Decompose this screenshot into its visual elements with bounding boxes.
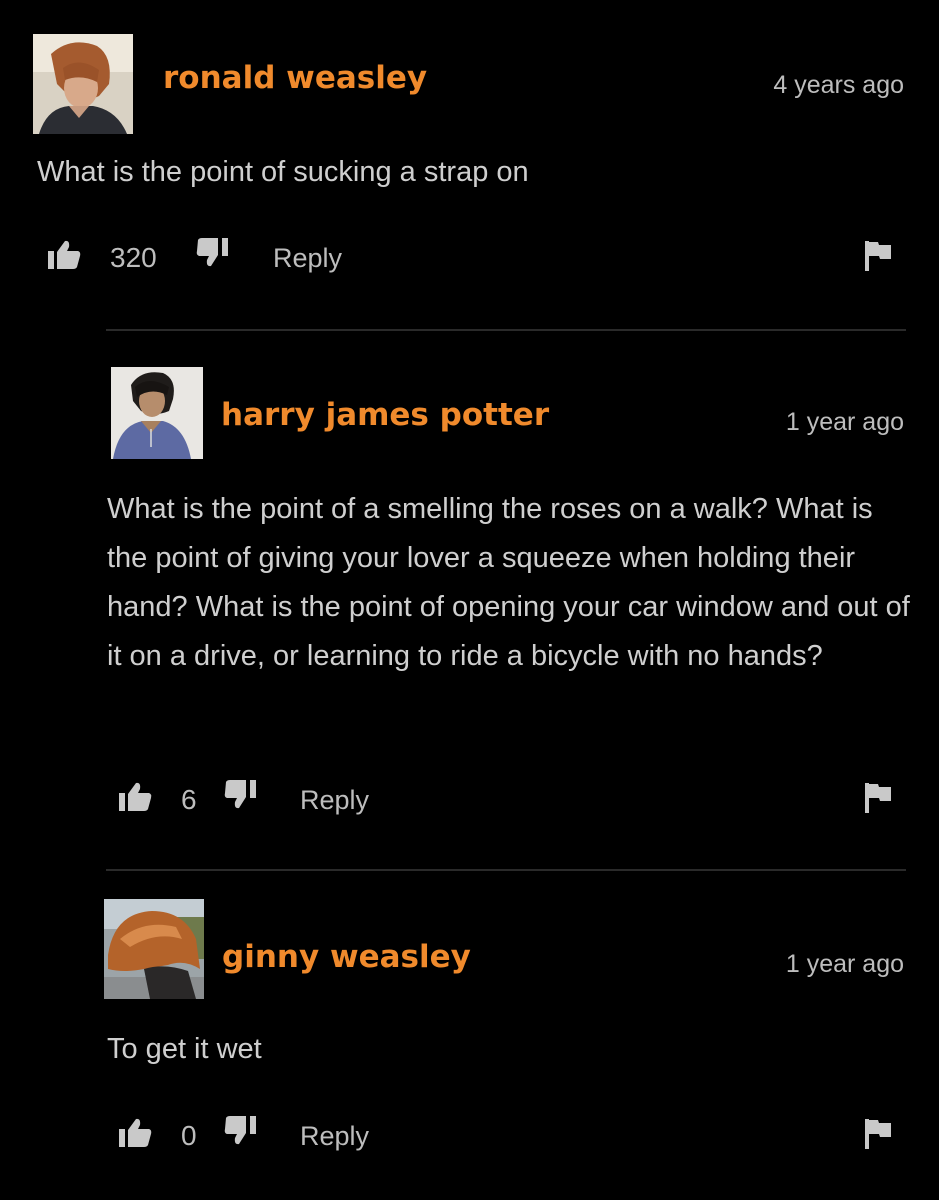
avatar[interactable] (111, 367, 203, 459)
divider (106, 869, 906, 871)
username[interactable]: ronald weasley (163, 60, 427, 96)
timestamp: 4 years ago (773, 71, 904, 99)
avatar-image (104, 899, 204, 999)
comment-text: What is the point of sucking a strap on (37, 156, 529, 188)
like-count: 320 (110, 242, 157, 273)
like-count: 6 (181, 784, 197, 815)
avatar[interactable] (104, 899, 204, 999)
action-row: 320 Reply (0, 236, 939, 276)
avatar-image (111, 367, 203, 459)
divider (106, 329, 906, 331)
thumbs-down-icon[interactable] (196, 238, 230, 268)
username[interactable]: ginny weasley (222, 939, 471, 975)
thumbs-down-icon[interactable] (224, 1116, 258, 1146)
reply-button[interactable]: Reply (273, 243, 342, 274)
thumbs-up-icon[interactable] (47, 240, 81, 270)
thumbs-up-icon[interactable] (118, 782, 152, 812)
comment-3: ginny weasley 1 year ago To get it wet 0… (0, 880, 939, 1180)
flag-icon[interactable] (864, 241, 892, 271)
comment-text: To get it wet (107, 1033, 262, 1065)
reply-button[interactable]: Reply (300, 1121, 369, 1152)
reply-button[interactable]: Reply (300, 785, 369, 816)
like-count: 0 (181, 1120, 197, 1151)
avatar-image (33, 34, 133, 134)
comment-2: harry james potter 1 year ago What is th… (0, 340, 939, 840)
flag-icon[interactable] (864, 1119, 892, 1149)
thumbs-down-icon[interactable] (224, 780, 258, 810)
comment-1: ronald weasley 4 years ago What is the p… (0, 0, 939, 300)
thumbs-up-icon[interactable] (118, 1118, 152, 1148)
username[interactable]: harry james potter (221, 397, 549, 433)
comment-text: What is the point of a smelling the rose… (107, 493, 910, 672)
timestamp: 1 year ago (785, 950, 904, 978)
flag-icon[interactable] (864, 783, 892, 813)
avatar[interactable] (33, 34, 133, 134)
timestamp: 1 year ago (785, 408, 904, 436)
action-row: 6 Reply (0, 778, 939, 818)
action-row: 0 Reply (0, 1114, 939, 1154)
